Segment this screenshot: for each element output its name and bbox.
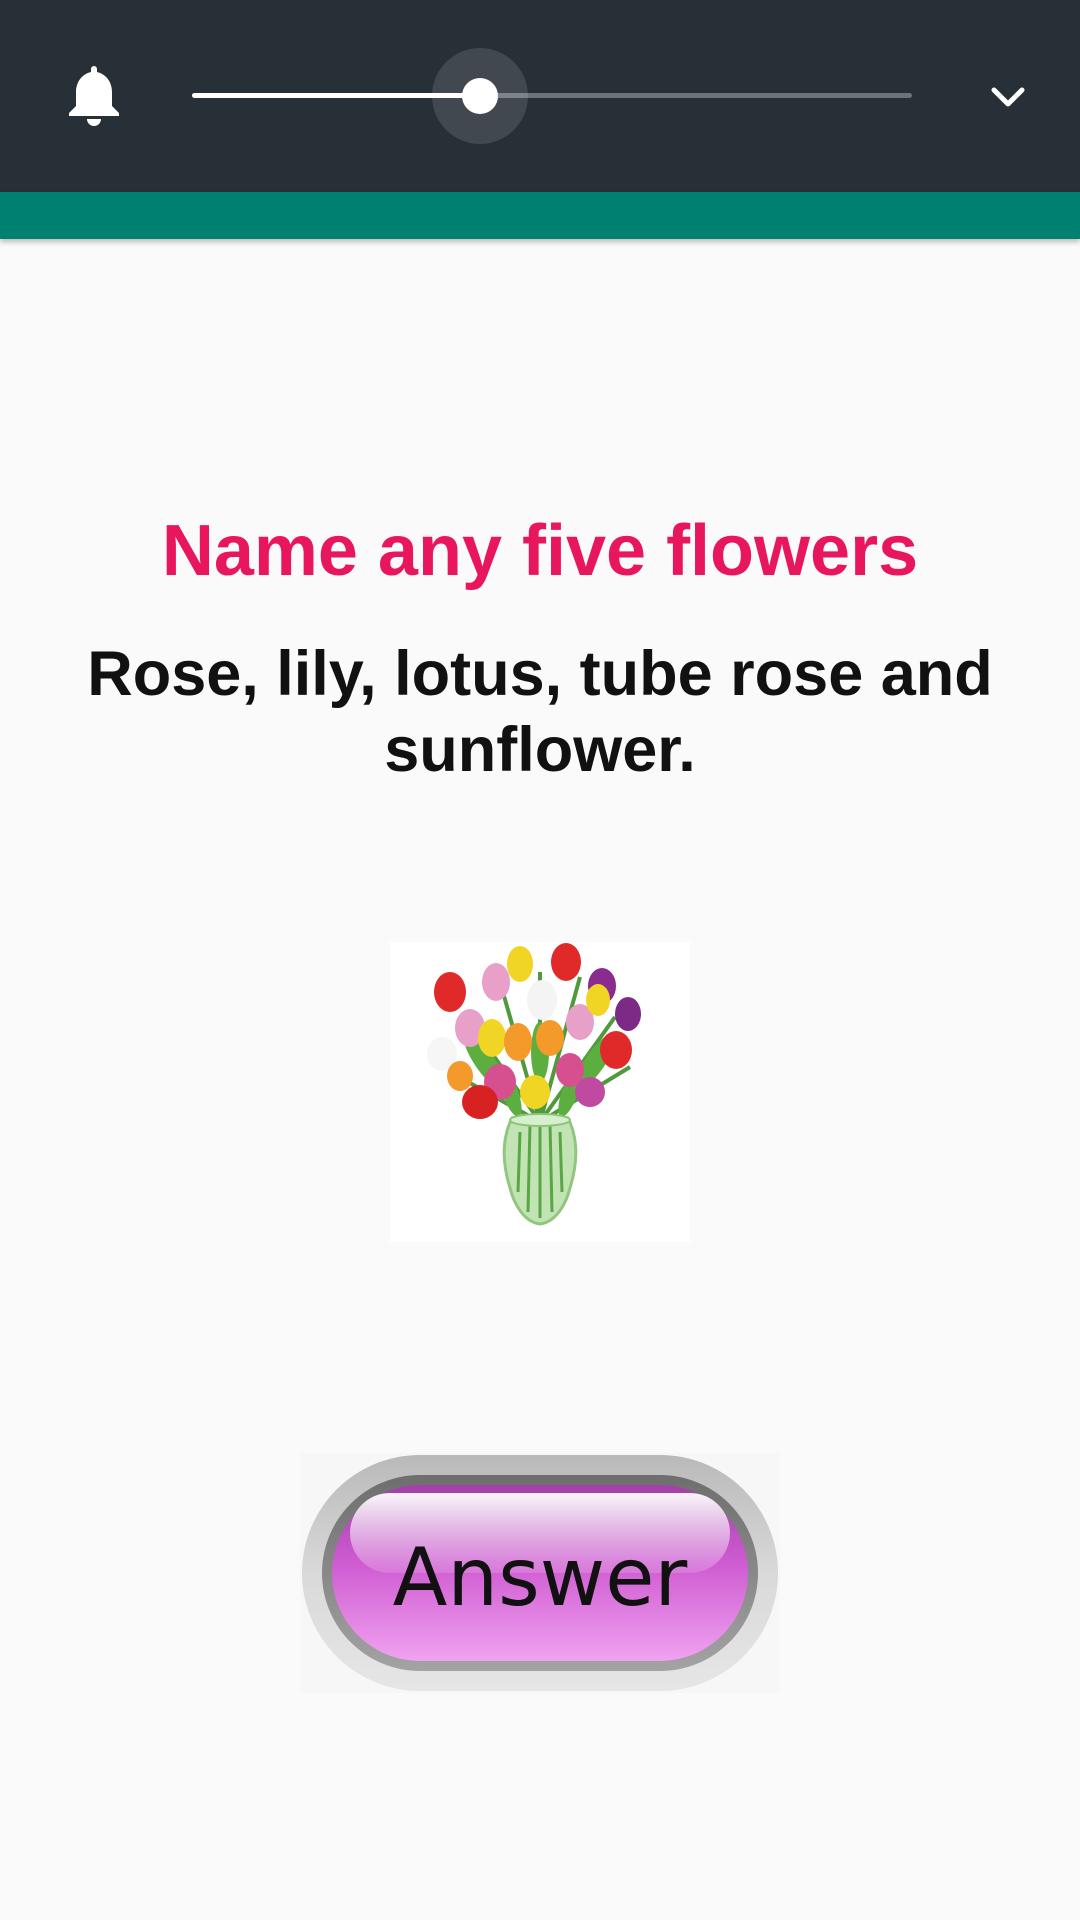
volume-panel <box>0 0 1080 192</box>
question-title: Name any five flowers <box>161 511 919 591</box>
app-bar <box>0 192 1080 239</box>
slider-thumb[interactable] <box>462 78 498 114</box>
volume-slider[interactable] <box>192 48 912 144</box>
chevron-down-icon[interactable] <box>978 78 1038 118</box>
answer-button-graphic: Answer <box>300 1453 780 1693</box>
bell-icon[interactable] <box>66 64 122 126</box>
answer-button-label: Answer <box>393 1531 688 1624</box>
answer-text: Rose, lily, lotus, tube rose and sunflow… <box>87 639 993 785</box>
flower-vase-icon <box>390 942 690 1242</box>
answer-button[interactable]: Answer <box>300 1453 780 1693</box>
